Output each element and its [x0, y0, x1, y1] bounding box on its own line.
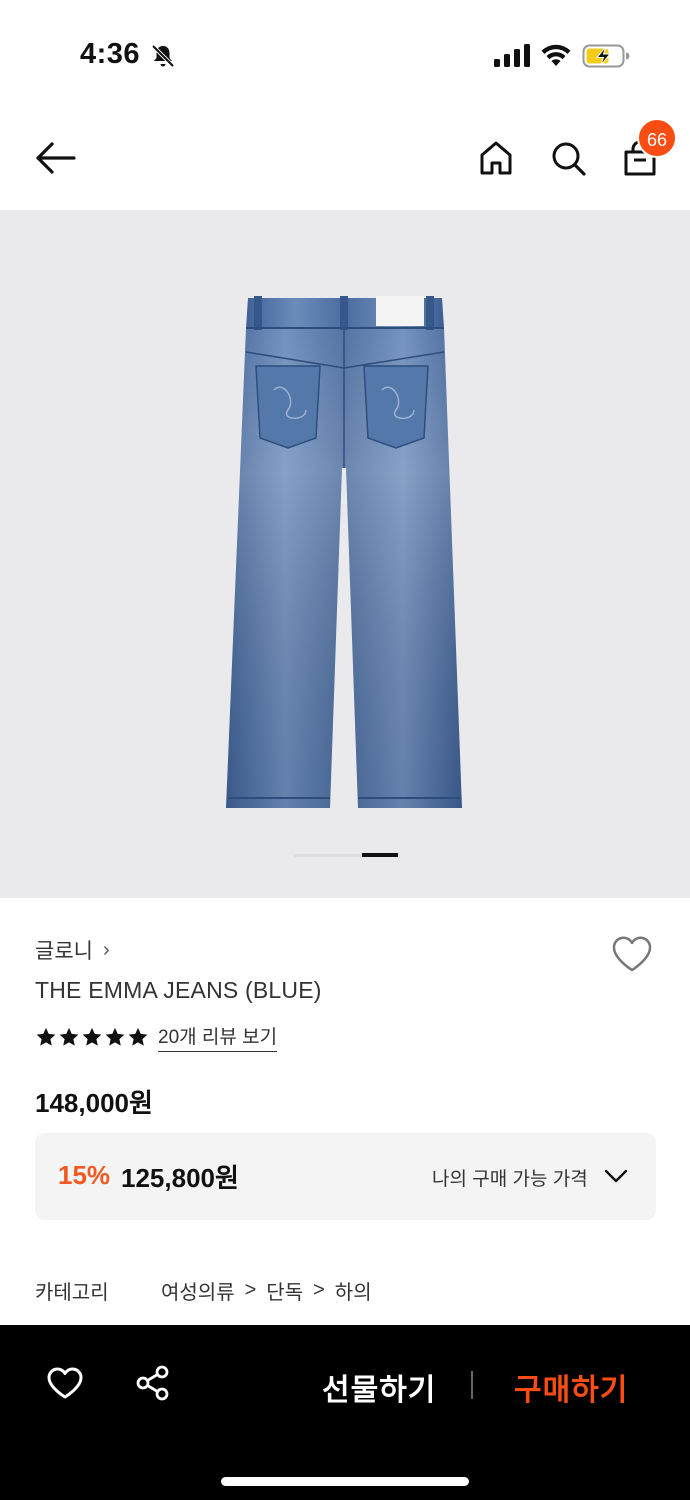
brand-name: 글로니 [35, 940, 93, 963]
category-label: 카테고리 [35, 1282, 109, 1304]
bottom-action-bar: 선물하기 구매하기 [0, 1325, 690, 1500]
divider [471, 1371, 473, 1399]
home-icon[interactable] [476, 138, 516, 178]
category-breadcrumb: 카테고리 여성의류 > 단독 > 하의 [35, 1276, 372, 1305]
chevron-down-icon [604, 1169, 628, 1183]
status-bar: 4:36 [0, 0, 690, 110]
jeans-product-image [226, 296, 462, 808]
signal-icon [494, 44, 530, 67]
rating-row: 20개 리뷰 보기 [35, 1022, 278, 1052]
gift-button[interactable]: 선물하기 [322, 1365, 436, 1409]
review-link[interactable]: 20개 리뷰 보기 [158, 1022, 278, 1052]
category-crumb-exclusive[interactable]: 단독 [266, 1276, 303, 1305]
wifi-icon [541, 44, 571, 66]
discount-rate: 15% [58, 1160, 111, 1190]
cart-count-badge: 66 [637, 118, 677, 158]
breadcrumb-separator: > [313, 1279, 325, 1301]
star-icon [128, 1027, 148, 1046]
star-icon [36, 1027, 56, 1046]
my-price-label: 나의 구매 가능 가격 [432, 1169, 588, 1190]
product-name: THE EMMA JEANS (BLUE) [35, 977, 322, 1003]
bell-muted-icon [151, 44, 175, 68]
star-icon [59, 1027, 79, 1046]
chevron-right-icon: › [102, 938, 110, 961]
home-indicator [221, 1477, 469, 1486]
star-rating [35, 1026, 149, 1048]
buy-button[interactable]: 구매하기 [514, 1365, 628, 1409]
carousel-pager-active [362, 853, 398, 857]
heart-icon[interactable] [46, 1365, 84, 1401]
category-crumb-womens-clothing[interactable]: 여성의류 [161, 1276, 235, 1305]
brand-link[interactable]: 글로니 › [35, 935, 110, 965]
share-icon[interactable] [135, 1365, 171, 1401]
wishlist-heart-icon[interactable] [610, 934, 654, 974]
original-price: 148,000원 [35, 1088, 153, 1118]
discount-price: 125,800원 [121, 1163, 239, 1193]
status-time: 4:36 [80, 38, 141, 70]
star-icon [105, 1027, 125, 1046]
back-arrow-icon[interactable] [32, 138, 78, 178]
search-icon[interactable] [548, 138, 588, 178]
top-nav [0, 110, 690, 210]
product-image-carousel[interactable] [0, 210, 690, 898]
battery-charging-icon [582, 44, 630, 68]
category-crumb-bottoms[interactable]: 하의 [335, 1276, 372, 1305]
star-icon [82, 1027, 102, 1046]
breadcrumb-separator: > [244, 1279, 257, 1301]
my-price-dropdown[interactable]: 15% 125,800원 나의 구매 가능 가격 [35, 1133, 656, 1220]
